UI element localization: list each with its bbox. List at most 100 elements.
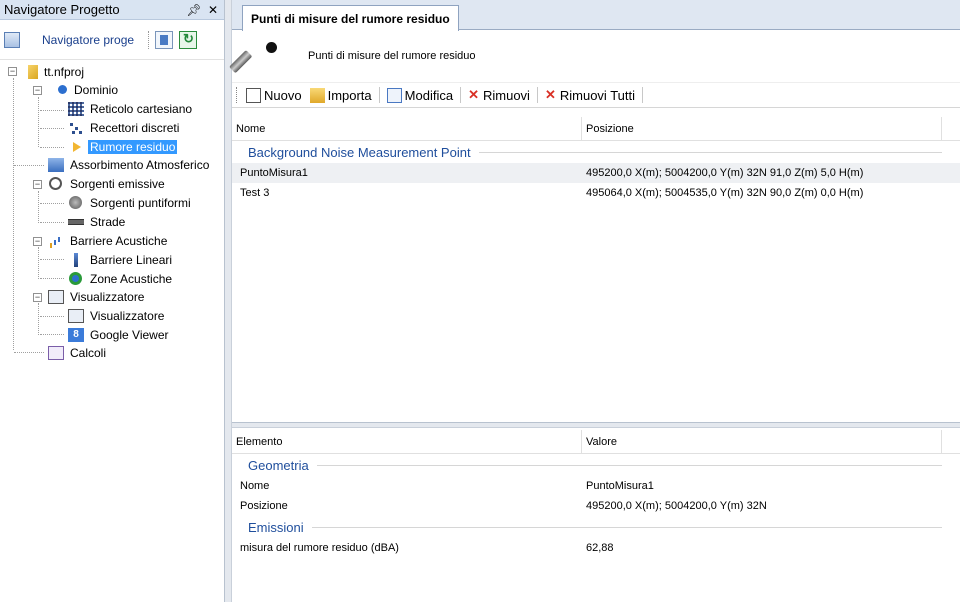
tree-node-label: Rumore residuo (88, 140, 178, 154)
tree-connector (38, 191, 39, 223)
tree-node-dominio[interactable]: Dominio (54, 81, 120, 99)
linear-barrier-icon (68, 253, 84, 267)
toolbar-separator (378, 87, 380, 103)
property-value: PuntoMisura1 (586, 480, 654, 492)
add-document-icon[interactable] (155, 30, 173, 49)
pin-icon[interactable]: 📌︎ (186, 3, 202, 17)
tree-node-root[interactable]: tt.nfproj (28, 63, 86, 81)
microphone-icon (229, 38, 277, 74)
vertical-splitter[interactable] (224, 0, 232, 602)
folder-open-icon (309, 87, 325, 103)
property-label: Posizione (240, 500, 288, 512)
collapse-sorgenti-icon[interactable]: − (33, 180, 42, 189)
tree-node-recettori[interactable]: Recettori discreti (68, 119, 181, 137)
collapse-barriere-icon[interactable]: − (33, 237, 42, 246)
tree-node-assorbimento[interactable]: Assorbimento Atmosferico (48, 156, 211, 174)
tree-connector (40, 222, 64, 223)
property-row[interactable]: Posizione 495200,0 X(m); 5004200,0 Y(m) … (232, 496, 960, 516)
nuovo-button[interactable]: Nuovo (242, 87, 306, 103)
tree-node-reticolo[interactable]: Reticolo cartesiano (68, 100, 194, 118)
importa-button[interactable]: Importa (306, 87, 376, 103)
property-row[interactable]: misura del rumore residuo (dBA) 62,88 (232, 538, 960, 558)
tree-node-label: Google Viewer (90, 328, 169, 342)
tree-connector (40, 259, 64, 260)
property-group-geometria: Geometria (232, 454, 960, 476)
toolbar-grip (236, 87, 238, 103)
navigator-tab-label[interactable]: Navigatore proge (42, 33, 142, 47)
atmosphere-icon (48, 158, 64, 172)
property-group-label: Emissioni (248, 519, 304, 535)
column-header-nome[interactable]: Nome (232, 117, 582, 140)
tree-node-rumore-residuo[interactable]: Rumore residuo (68, 138, 178, 156)
tree-connector (38, 303, 39, 335)
domain-globe-icon (54, 83, 68, 97)
property-group-emissioni: Emissioni (232, 516, 960, 538)
modifica-label: Modifica (404, 87, 454, 103)
acoustic-zone-icon (68, 272, 84, 286)
tree-node-puntiformi[interactable]: Sorgenti puntiformi (68, 194, 193, 212)
list-row[interactable]: Test 3 495064,0 X(m); 5004535,0 Y(m) 32N… (232, 183, 960, 203)
tree-node-google-viewer[interactable]: 8 Google Viewer (68, 326, 171, 344)
horizontal-splitter[interactable] (232, 422, 960, 428)
tree-node-lineari[interactable]: Barriere Lineari (68, 251, 174, 269)
tree-connector (40, 278, 64, 279)
column-header-posizione[interactable]: Posizione (582, 117, 942, 140)
edit-pencil-icon (386, 87, 402, 103)
close-icon[interactable]: ✕ (205, 3, 221, 17)
navigator-tab-icon[interactable] (4, 31, 20, 48)
collapse-dominio-icon[interactable]: − (33, 86, 42, 95)
tree-connector (40, 334, 64, 335)
tree-connector (14, 352, 44, 353)
modifica-button[interactable]: Modifica (383, 87, 457, 103)
importa-label: Importa (327, 87, 372, 103)
tree-node-label: Sorgenti puntiformi (90, 196, 191, 210)
tree-node-visualizzatore[interactable]: Visualizzatore (48, 288, 146, 306)
tree-node-zone[interactable]: Zone Acustiche (68, 270, 174, 288)
tree-connector (40, 110, 64, 111)
navigator-title: Navigatore Progetto (4, 2, 120, 17)
tree-node-label: Assorbimento Atmosferico (70, 158, 210, 172)
toolbar-separator (536, 87, 538, 103)
property-row[interactable]: Nome PuntoMisura1 (232, 476, 960, 496)
nuovo-label: Nuovo (264, 87, 302, 103)
point-source-icon (68, 196, 84, 210)
rimuovi-tutti-button[interactable]: ✕ Rimuovi Tutti (541, 87, 639, 103)
play-arrow-icon (68, 140, 84, 154)
tree-node-label: Barriere Lineari (90, 253, 173, 267)
toolbar-separator (148, 30, 149, 49)
tree-node-sorgenti[interactable]: Sorgenti emissive (48, 175, 167, 193)
remove-all-x-icon: ✕ (544, 87, 556, 102)
row-position: 495064,0 X(m); 5004535,0 Y(m) 32N 90,0 Z… (586, 187, 864, 199)
tree-connector (40, 128, 64, 129)
row-position: 495200,0 X(m); 5004200,0 Y(m) 32N 91,0 Z… (586, 167, 864, 179)
new-document-icon (246, 87, 261, 103)
row-name: Test 3 (240, 187, 270, 199)
toolbar-separator (460, 87, 462, 103)
tree-connector (38, 247, 39, 279)
column-header-elemento[interactable]: Elemento (232, 430, 582, 453)
toolbar-separator (642, 87, 643, 103)
tab-punti-di-misure[interactable]: Punti di misure del rumore residuo (242, 5, 459, 31)
tree-node-calcoli[interactable]: Calcoli (48, 344, 108, 362)
list-row[interactable]: PuntoMisura1 495200,0 X(m); 5004200,0 Y(… (232, 163, 960, 183)
row-name: PuntoMisura1 (240, 167, 308, 179)
rimuovi-button[interactable]: ✕ Rimuovi (464, 87, 534, 103)
document-header-title: Punti di misure del rumore residuo (308, 50, 476, 62)
speaker-source-icon (48, 177, 64, 191)
collapse-visualizzatore-icon[interactable]: − (33, 293, 42, 302)
barrier-bars-icon (48, 234, 64, 248)
navigator-title-bar: Navigatore Progetto 📌︎ ✕ (0, 0, 224, 20)
property-group-label: Geometria (248, 457, 309, 473)
tree-node-visualizzatore-child[interactable]: Visualizzatore (68, 307, 166, 325)
tree-node-strade[interactable]: Strade (68, 213, 127, 231)
rimuovi-label: Rimuovi (482, 87, 530, 103)
tree-connector (14, 165, 44, 166)
column-header-valore[interactable]: Valore (582, 430, 942, 453)
tree-connector (40, 316, 64, 317)
tree-node-label: Barriere Acustiche (70, 234, 168, 248)
document-tab-strip: Punti di misure del rumore residuo (232, 0, 960, 31)
collapse-root-icon[interactable]: − (8, 67, 17, 76)
refresh-icon[interactable] (179, 30, 197, 49)
document-area: Punti di misure del rumore residuo Punti… (229, 0, 960, 602)
tree-node-barriere[interactable]: Barriere Acustiche (48, 232, 169, 250)
